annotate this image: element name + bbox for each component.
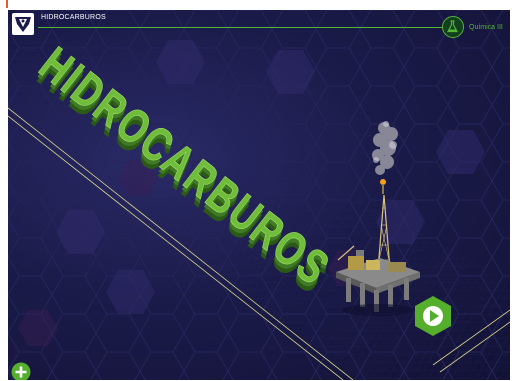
stage: HIDROCARBUROS Química III HIDROCARBUROS … — [8, 10, 510, 380]
page: HIDROCARBUROS Química III HIDROCARBUROS … — [0, 0, 515, 381]
add-button[interactable] — [11, 362, 31, 380]
corner-mark — [6, 0, 8, 8]
play-button[interactable] — [414, 295, 452, 337]
